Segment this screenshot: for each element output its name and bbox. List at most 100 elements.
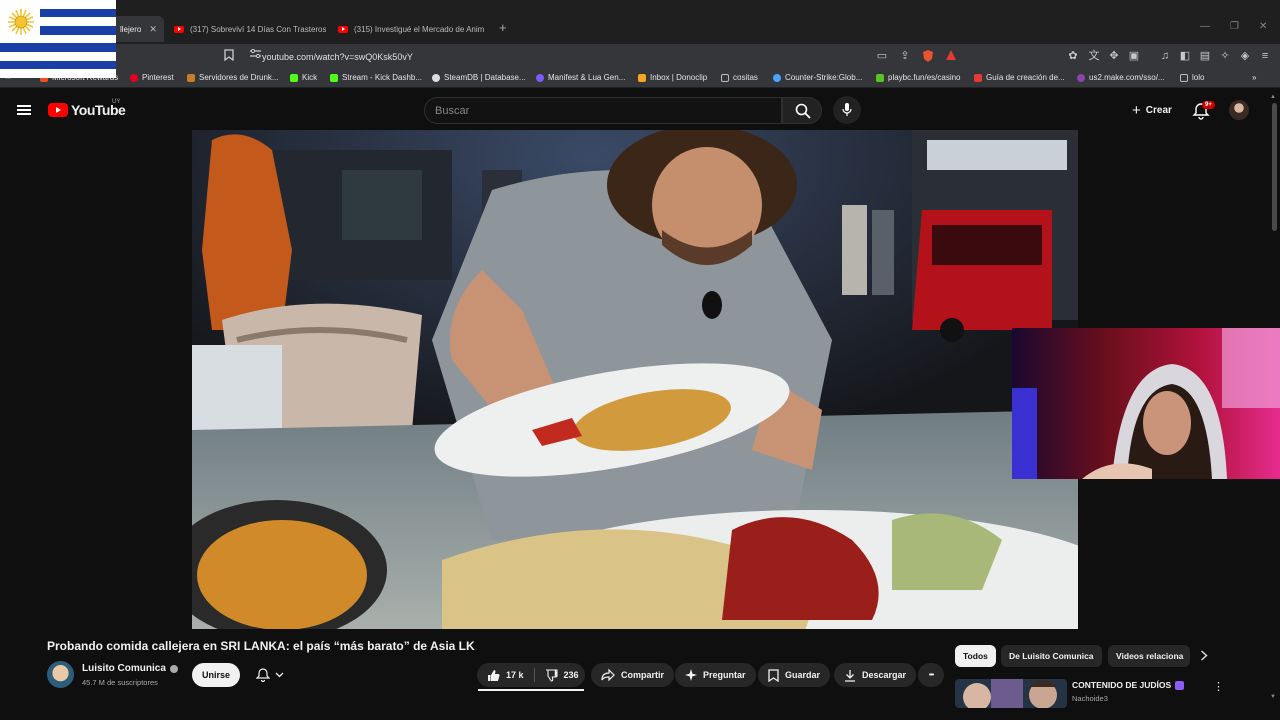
guide-icon bbox=[974, 73, 982, 82]
new-tab-button[interactable]: + bbox=[499, 20, 507, 35]
share-button[interactable]: Compartir bbox=[591, 663, 675, 687]
channel-name-link[interactable]: Luisito Comunica bbox=[82, 663, 178, 674]
chevron-down-icon bbox=[275, 672, 284, 678]
video-player[interactable] bbox=[192, 130, 1078, 629]
sidebar-icon[interactable]: ◧ bbox=[1178, 49, 1192, 63]
recommended-video-thumbnail[interactable] bbox=[955, 679, 1067, 708]
media-icon[interactable]: ♫ bbox=[1158, 49, 1172, 63]
vpn-icon[interactable]: ◈ bbox=[1238, 49, 1252, 63]
save-button[interactable]: Guardar bbox=[758, 663, 831, 687]
extension-icon[interactable]: ✿ bbox=[1066, 49, 1080, 63]
sparkle-icon bbox=[685, 669, 697, 681]
recommended-video-title-row[interactable]: CONTENIDO DE JUDÍOS bbox=[1072, 680, 1185, 690]
download-label: Descargar bbox=[862, 670, 907, 680]
mic-icon bbox=[842, 103, 852, 116]
browser-tab-strip: llejero ✕ (317) Sobreviví 14 Días Con Tr… bbox=[0, 0, 1280, 44]
channel-name: Luisito Comunica bbox=[82, 663, 166, 674]
extension-icon[interactable]: 文 bbox=[1087, 49, 1101, 63]
share-page-icon[interactable]: ⇪ bbox=[898, 49, 912, 63]
menu-icon[interactable] bbox=[17, 105, 31, 115]
steamdb-icon bbox=[432, 73, 440, 82]
youtube-favicon-icon bbox=[338, 25, 348, 33]
notification-badge: 9+ bbox=[1202, 101, 1215, 109]
bookmark-label: Kick bbox=[302, 73, 318, 82]
bookmark-item[interactable]: Manifest & Lua Gen... bbox=[536, 73, 625, 82]
bookmark-label: us2.make.com/sso/... bbox=[1089, 73, 1165, 82]
bookmark-item[interactable]: Counter-Strike:Glob... bbox=[773, 73, 862, 82]
restore-icon[interactable]: ❐ bbox=[1230, 21, 1239, 32]
bookmark-folder[interactable]: cositas bbox=[721, 73, 758, 82]
chip-related-videos[interactable]: Videos relaciona bbox=[1108, 645, 1190, 667]
bookmark-label: Counter-Strike:Glob... bbox=[785, 73, 863, 82]
voice-search-button[interactable] bbox=[833, 96, 861, 124]
screenshot-icon[interactable]: ▣ bbox=[1127, 49, 1141, 63]
donoclip-icon bbox=[638, 73, 646, 82]
bookmark-item[interactable]: us2.make.com/sso/... bbox=[1077, 73, 1165, 82]
cast-icon[interactable]: ▭ bbox=[875, 49, 889, 63]
bookmark-label: Manifest & Lua Gen... bbox=[548, 73, 626, 82]
browser-menu-icon[interactable]: ≡ bbox=[1258, 49, 1272, 63]
bookmark-item[interactable]: Guía de creación de... bbox=[974, 73, 1065, 82]
verified-icon bbox=[169, 664, 178, 673]
uruguay-flag-overlay bbox=[0, 0, 116, 78]
counter-strike-icon bbox=[773, 73, 781, 82]
address-bar[interactable]: youtube.com/watch?v=swQ0Ksk50vY bbox=[262, 48, 413, 66]
like-button[interactable]: 17 k bbox=[487, 668, 535, 682]
make-icon bbox=[1077, 73, 1085, 82]
chip-all[interactable]: Todos bbox=[955, 645, 996, 667]
brave-shield-icon[interactable] bbox=[921, 49, 935, 63]
kebab-menu-icon[interactable]: ⋮ bbox=[1213, 680, 1224, 693]
window-close-icon[interactable]: ✕ bbox=[1259, 21, 1267, 32]
bookmark-folder[interactable]: lolo bbox=[1180, 73, 1204, 82]
bookmark-item[interactable]: Pinterest bbox=[130, 73, 174, 82]
chip-from-channel[interactable]: De Luisito Comunica bbox=[1001, 645, 1102, 667]
search-input[interactable] bbox=[425, 98, 781, 123]
more-actions-button[interactable]: ••• bbox=[918, 663, 944, 687]
minimize-icon[interactable]: — bbox=[1200, 21, 1210, 32]
share-label: Compartir bbox=[621, 670, 665, 680]
browser-tab[interactable]: (317) Sobreviví 14 Días Con Trasteros bbox=[166, 16, 326, 42]
join-button[interactable]: Unirse bbox=[192, 663, 240, 687]
search-button[interactable] bbox=[782, 97, 822, 124]
kick-icon bbox=[290, 73, 298, 82]
bookmark-item[interactable]: Servidores de Drunk... bbox=[187, 73, 279, 82]
download-button[interactable]: Descargar bbox=[834, 663, 917, 687]
tab-title: (315) Investigué el Mercado de Anim bbox=[354, 24, 485, 34]
account-avatar[interactable] bbox=[1229, 100, 1249, 120]
live-badge-icon bbox=[1175, 680, 1185, 690]
bookmark-item[interactable]: Kick bbox=[290, 73, 317, 82]
close-icon[interactable]: ✕ bbox=[149, 24, 157, 35]
site-settings-icon[interactable] bbox=[248, 48, 262, 63]
youtube-header: YouTube UY + Crear 9+ bbox=[0, 89, 1280, 131]
tab-title: llejero bbox=[120, 24, 142, 34]
subscription-bell-button[interactable] bbox=[247, 663, 293, 687]
dislike-button[interactable]: 236 bbox=[535, 668, 579, 682]
channel-avatar[interactable] bbox=[47, 661, 74, 688]
create-button[interactable]: + Crear bbox=[1122, 98, 1182, 123]
extensions-puzzle-icon[interactable]: ✥ bbox=[1107, 49, 1121, 63]
chevron-right-icon[interactable] bbox=[1200, 650, 1208, 664]
ask-button[interactable]: Preguntar bbox=[675, 663, 756, 687]
bookmark-label: Guía de creación de... bbox=[986, 73, 1065, 82]
wallet-icon[interactable]: ▤ bbox=[1198, 49, 1212, 63]
bookmark-icon bbox=[768, 668, 779, 682]
bookmark-label: Inbox | Donoclip bbox=[650, 73, 708, 82]
search-icon bbox=[795, 103, 811, 119]
rewards-icon[interactable] bbox=[944, 49, 958, 63]
scroll-up-icon[interactable]: ▲ bbox=[1270, 94, 1276, 100]
browser-tab-active[interactable]: llejero ✕ bbox=[112, 16, 164, 42]
bookmark-item[interactable]: playbc.fun/es/casino bbox=[876, 73, 961, 82]
more-bookmarks-button[interactable]: » bbox=[1252, 73, 1256, 82]
scrollbar-thumb[interactable] bbox=[1272, 103, 1277, 231]
bookmark-item[interactable]: SteamDB | Database... bbox=[432, 73, 526, 82]
casino-icon bbox=[876, 73, 884, 82]
bookmark-item[interactable]: Stream - Kick Dashb... bbox=[330, 73, 422, 82]
browser-tab[interactable]: (315) Investigué el Mercado de Anim bbox=[330, 16, 490, 42]
subscriber-count: 45.7 M de suscriptores bbox=[82, 678, 158, 687]
bookmark-star-icon[interactable] bbox=[222, 49, 236, 63]
scroll-down-icon[interactable]: ▼ bbox=[1270, 694, 1276, 700]
ask-label: Preguntar bbox=[703, 670, 746, 680]
bookmark-item[interactable]: Inbox | Donoclip bbox=[638, 73, 707, 82]
youtube-logo[interactable]: YouTube UY bbox=[48, 99, 126, 118]
leo-ai-icon[interactable]: ✧ bbox=[1218, 49, 1232, 63]
